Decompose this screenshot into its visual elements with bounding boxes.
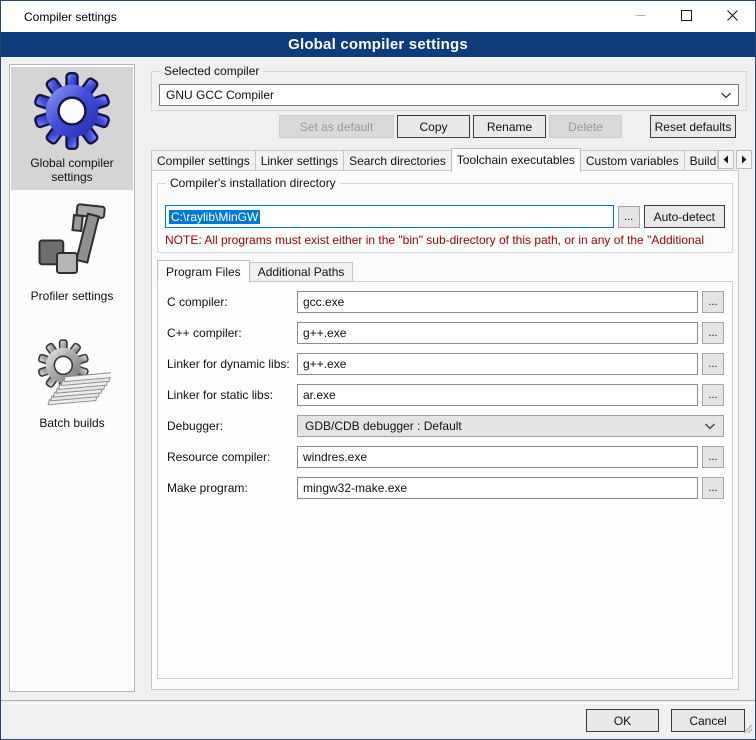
page-title: Global compiler settings	[1, 32, 755, 57]
compiler-select[interactable]: GNU GCC Compiler	[159, 84, 739, 106]
installation-directory-value: C:\raylib\MinGW	[169, 210, 260, 224]
ok-button[interactable]: OK	[586, 709, 659, 732]
blue-gear-icon	[33, 72, 111, 153]
copy-button[interactable]: Copy	[397, 115, 470, 138]
tab-program-files[interactable]: Program Files	[157, 260, 250, 283]
tab-scroll-left-button[interactable]	[718, 150, 734, 169]
tab-scroll-right-button[interactable]	[736, 150, 752, 169]
browse-resource-compiler-button[interactable]: ...	[702, 446, 724, 468]
tab-custom-variables[interactable]: Custom variables	[580, 150, 685, 171]
compiler-select-value: GNU GCC Compiler	[166, 88, 274, 102]
set-as-default-button[interactable]: Set as default	[279, 115, 394, 138]
rename-button[interactable]: Rename	[473, 115, 546, 138]
resize-grip-icon[interactable]	[743, 723, 753, 737]
chevron-down-icon	[704, 419, 716, 433]
debugger-select[interactable]: GDB/CDB debugger : Default	[297, 415, 724, 437]
tab-build-options[interactable]: Build	[684, 150, 718, 171]
field-label: Linker for dynamic libs:	[167, 357, 297, 371]
c-compiler-row: C compiler: ...	[167, 291, 724, 313]
static-linker-row: Linker for static libs: ...	[167, 384, 724, 406]
tab-toolchain-executables[interactable]: Toolchain executables	[451, 148, 581, 172]
auto-detect-button[interactable]: Auto-detect	[644, 205, 725, 228]
field-label: C++ compiler:	[167, 326, 297, 340]
window-controls	[617, 1, 755, 32]
gray-gear-stack-icon	[33, 338, 111, 413]
minimize-icon	[635, 10, 646, 24]
make-program-row: Make program: ...	[167, 477, 724, 499]
close-icon	[727, 10, 738, 24]
field-label: Debugger:	[167, 419, 297, 433]
program-files-tab-bar: Program Files Additional Paths	[157, 259, 353, 282]
minimize-button[interactable]	[617, 1, 663, 32]
sidebar-item-global-compiler-settings[interactable]: Global compiler settings	[11, 67, 133, 190]
footer-divider	[1, 700, 755, 704]
reset-defaults-button[interactable]: Reset defaults	[650, 115, 736, 138]
tab-search-directories[interactable]: Search directories	[343, 150, 452, 171]
sidebar-item-label: Global compiler settings	[20, 156, 124, 184]
installation-directory-row: C:\raylib\MinGW ... Auto-detect	[165, 205, 725, 228]
installation-directory-group: Compiler's installation directory C:\ray…	[157, 183, 733, 253]
chevron-down-icon	[720, 88, 732, 102]
dynamic-linker-row: Linker for dynamic libs: ...	[167, 353, 724, 375]
browse-make-program-button[interactable]: ...	[702, 477, 724, 499]
window-title: Compiler settings	[1, 10, 117, 24]
resource-compiler-row: Resource compiler: ...	[167, 446, 724, 468]
title-bar[interactable]: Compiler settings	[1, 1, 755, 32]
settings-tab-bar: Compiler settings Linker settings Search…	[151, 147, 747, 171]
compiler-settings-dialog: Compiler settings Global compiler settin…	[0, 0, 756, 740]
tab-scroll-arrows	[718, 150, 752, 169]
dynamic-linker-input[interactable]	[297, 353, 698, 375]
sidebar-item-label: Batch builds	[20, 416, 124, 430]
field-label: Linker for static libs:	[167, 388, 297, 402]
resource-compiler-input[interactable]	[297, 446, 698, 468]
field-label: Make program:	[167, 481, 297, 495]
cancel-button[interactable]: Cancel	[671, 709, 745, 732]
make-program-input[interactable]	[297, 477, 698, 499]
arrow-right-icon	[741, 153, 747, 167]
sidebar-item-batch-builds[interactable]: Batch builds	[11, 333, 133, 436]
group-label: Selected compiler	[160, 64, 263, 78]
field-label: C compiler:	[167, 295, 297, 309]
debugger-row: Debugger: GDB/CDB debugger : Default	[167, 415, 724, 437]
browse-static-linker-button[interactable]: ...	[702, 384, 724, 406]
sidebar-item-label: Profiler settings	[20, 289, 124, 303]
browse-directory-button[interactable]: ...	[618, 206, 640, 228]
installation-directory-input[interactable]: C:\raylib\MinGW	[165, 205, 614, 228]
maximize-icon	[681, 10, 692, 24]
delete-button[interactable]: Delete	[549, 115, 622, 138]
cpp-compiler-input[interactable]	[297, 322, 698, 344]
cpp-compiler-row: C++ compiler: ...	[167, 322, 724, 344]
browse-dynamic-linker-button[interactable]: ...	[702, 353, 724, 375]
settings-category-list: Global compiler settings Profiler settin…	[9, 64, 135, 692]
sidebar-item-profiler-settings[interactable]: Profiler settings	[11, 198, 133, 309]
compiler-actions: Set as default Copy Rename Delete Reset …	[151, 115, 747, 138]
tab-compiler-settings[interactable]: Compiler settings	[151, 150, 256, 171]
close-button[interactable]	[709, 1, 755, 32]
tab-linker-settings[interactable]: Linker settings	[255, 150, 344, 171]
maximize-button[interactable]	[663, 1, 709, 32]
field-label: Resource compiler:	[167, 450, 297, 464]
caliper-icon	[32, 203, 112, 286]
static-linker-input[interactable]	[297, 384, 698, 406]
bin-subdirectory-note: NOTE: All programs must exist either in …	[165, 233, 729, 247]
group-label: Compiler's installation directory	[166, 176, 340, 190]
arrow-left-icon	[723, 153, 729, 167]
browse-c-compiler-button[interactable]: ...	[702, 291, 724, 313]
c-compiler-input[interactable]	[297, 291, 698, 313]
selected-compiler-group: Selected compiler GNU GCC Compiler	[151, 71, 747, 111]
browse-cpp-compiler-button[interactable]: ...	[702, 322, 724, 344]
tab-additional-paths[interactable]: Additional Paths	[249, 262, 354, 282]
debugger-select-value: GDB/CDB debugger : Default	[305, 419, 462, 433]
